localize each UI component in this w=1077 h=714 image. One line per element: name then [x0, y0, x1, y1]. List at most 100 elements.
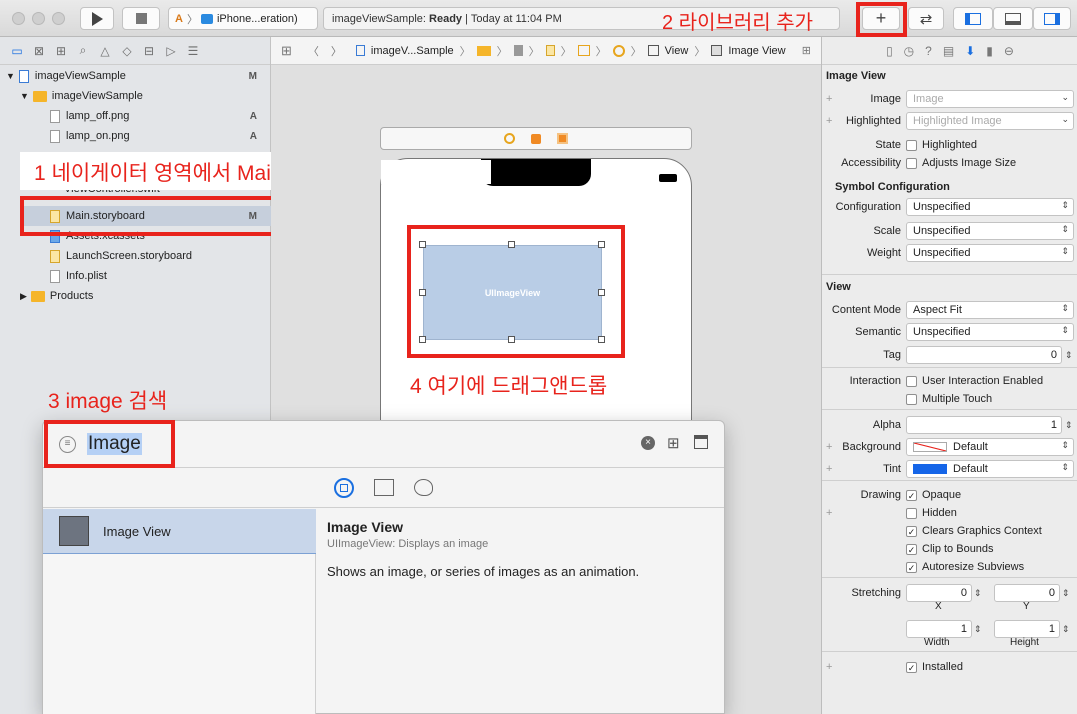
- image-tab-icon[interactable]: [374, 479, 394, 496]
- library-type-tabs: [43, 468, 724, 508]
- file-inspector-icon[interactable]: ▯: [886, 44, 893, 58]
- stretch-y-field[interactable]: 0: [994, 584, 1060, 602]
- toggle-navigator-button[interactable]: [953, 7, 993, 30]
- detail-view-icon[interactable]: [694, 435, 708, 449]
- history-inspector-icon[interactable]: ◷: [904, 44, 914, 58]
- adjusts-image-size-checkbox[interactable]: Adjusts Image Size: [906, 157, 1016, 169]
- highlighted-combo[interactable]: Highlighted Image ⌄: [906, 112, 1074, 130]
- connections-inspector-icon[interactable]: ⊖: [1004, 44, 1014, 58]
- search-icon[interactable]: ⌕: [72, 41, 94, 61]
- project-row[interactable]: ▼ imageViewSample M: [6, 66, 271, 86]
- test-icon[interactable]: ◇: [116, 41, 138, 61]
- background-color-select[interactable]: Default ⇕: [906, 438, 1074, 456]
- related-items-icon[interactable]: ⊞: [281, 43, 292, 59]
- breadcrumb-view[interactable]: View: [665, 45, 689, 57]
- view-controller-icon[interactable]: [504, 133, 515, 144]
- run-button[interactable]: [80, 7, 114, 30]
- opaque-checkbox[interactable]: ✓ Opaque: [906, 489, 961, 501]
- stepper-icon[interactable]: ⇕: [1062, 588, 1070, 599]
- file-row[interactable]: Info.plist: [50, 266, 271, 286]
- stretch-width-field[interactable]: 1: [906, 620, 972, 638]
- autoresize-subviews-checkbox[interactable]: ✓ Autoresize Subviews: [906, 561, 1024, 573]
- content-mode-select[interactable]: Aspect Fit ⇕: [906, 301, 1074, 319]
- back-arrow-icon[interactable]: 〈: [308, 43, 319, 59]
- variation-plus-icon[interactable]: +: [826, 507, 832, 519]
- stepper-icon[interactable]: ⇕: [1062, 624, 1070, 635]
- breadcrumb-imageview[interactable]: Image View: [728, 45, 785, 57]
- tag-stepper-icon[interactable]: ⇕: [1065, 350, 1073, 361]
- minimize-window-button[interactable]: [32, 12, 45, 25]
- clear-search-icon[interactable]: ×: [641, 436, 655, 450]
- weight-select[interactable]: Unspecified ⇕: [906, 244, 1074, 262]
- variation-plus-icon[interactable]: +: [826, 93, 832, 105]
- semantic-select[interactable]: Unspecified ⇕: [906, 323, 1074, 341]
- attributes-inspector-icon[interactable]: ⬇: [965, 44, 975, 58]
- xcode-app-icon: A: [175, 12, 183, 25]
- exit-icon[interactable]: [557, 133, 568, 144]
- section-imageview: Image View: [826, 70, 886, 82]
- close-window-button[interactable]: [12, 12, 25, 25]
- breakpoint-icon[interactable]: ▷: [160, 41, 182, 61]
- bottom-panel-icon: [1005, 12, 1021, 25]
- variation-plus-icon[interactable]: +: [826, 441, 832, 453]
- state-highlighted-checkbox[interactable]: Highlighted: [906, 139, 977, 151]
- stepper-icon[interactable]: ⇕: [974, 624, 982, 635]
- forward-arrow-icon[interactable]: 〉: [331, 43, 342, 59]
- folder-icon[interactable]: ▭: [6, 41, 28, 61]
- scale-select[interactable]: Unspecified ⇕: [906, 222, 1074, 240]
- symbol-icon[interactable]: ⊞: [50, 41, 72, 61]
- review-changes-button[interactable]: ⇄: [908, 7, 944, 30]
- variation-plus-icon[interactable]: +: [826, 661, 832, 673]
- tag-field[interactable]: 0: [906, 346, 1062, 364]
- report-icon[interactable]: ☰: [182, 41, 204, 61]
- file-row[interactable]: lamp_on.png A: [50, 126, 271, 146]
- stepper-icon[interactable]: ⇕: [974, 588, 982, 599]
- size-inspector-icon[interactable]: ▮: [986, 44, 993, 58]
- objects-tab-icon[interactable]: [334, 477, 354, 498]
- identity-inspector-icon[interactable]: ▤: [943, 44, 954, 58]
- group-row[interactable]: ▼ imageViewSample: [20, 86, 271, 106]
- warning-icon[interactable]: △: [94, 41, 116, 61]
- file-row[interactable]: lamp_off.png A: [50, 106, 271, 126]
- products-row[interactable]: ▶ Products: [20, 286, 271, 306]
- stop-button[interactable]: [122, 7, 160, 30]
- help-inspector-icon[interactable]: ?: [925, 44, 932, 58]
- semantic-value: Unspecified: [913, 326, 971, 338]
- checkbox-icon: [906, 375, 917, 387]
- variation-plus-icon[interactable]: +: [826, 463, 832, 475]
- debug-icon[interactable]: ⊟: [138, 41, 160, 61]
- source-control-icon[interactable]: ⊠: [28, 41, 50, 61]
- toggle-debug-button[interactable]: [993, 7, 1033, 30]
- hidden-checkbox[interactable]: Hidden: [906, 507, 957, 519]
- multiple-touch-checkbox[interactable]: Multiple Touch: [906, 393, 992, 405]
- stop-icon: [135, 13, 147, 24]
- checkbox-label: Installed: [922, 661, 963, 673]
- activity-project: imageViewSample:: [332, 12, 426, 25]
- stretch-x-field[interactable]: 0: [906, 584, 972, 602]
- variation-plus-icon[interactable]: +: [826, 115, 832, 127]
- annotation-box-dropzone: [407, 225, 625, 358]
- color-tab-icon[interactable]: [414, 479, 433, 496]
- clip-to-bounds-checkbox[interactable]: ✓ Clip to Bounds: [906, 543, 994, 555]
- alpha-stepper-icon[interactable]: ⇕: [1065, 420, 1073, 431]
- configuration-select[interactable]: Unspecified ⇕: [906, 198, 1074, 216]
- installed-checkbox[interactable]: ✓ Installed: [906, 661, 963, 673]
- zoom-window-button[interactable]: [52, 12, 65, 25]
- alpha-field[interactable]: 1: [906, 416, 1062, 434]
- stretch-height-field[interactable]: 1: [994, 620, 1060, 638]
- split-editor-icon[interactable]: ⊞: [802, 44, 811, 57]
- file-row[interactable]: LaunchScreen.storyboard: [50, 246, 271, 266]
- toggle-inspector-button[interactable]: [1033, 7, 1071, 30]
- image-combo[interactable]: Image ⌄: [906, 90, 1074, 108]
- breadcrumb-project[interactable]: imageV...Sample: [371, 45, 454, 57]
- stretch-y-caption: Y: [1023, 601, 1030, 612]
- annotation-step2: 2 라이브러리 추가: [662, 12, 814, 34]
- scheme-selector[interactable]: A 〉 iPhone...eration): [168, 7, 318, 30]
- tint-color-select[interactable]: Default ⇕: [906, 460, 1074, 478]
- section-view: View: [826, 281, 851, 293]
- grid-view-icon[interactable]: ⊞: [667, 434, 680, 452]
- clears-graphics-checkbox[interactable]: ✓ Clears Graphics Context: [906, 525, 1042, 537]
- library-item-imageview[interactable]: Image View: [43, 509, 316, 554]
- user-interaction-checkbox[interactable]: User Interaction Enabled: [906, 375, 1043, 387]
- first-responder-icon[interactable]: [531, 133, 541, 144]
